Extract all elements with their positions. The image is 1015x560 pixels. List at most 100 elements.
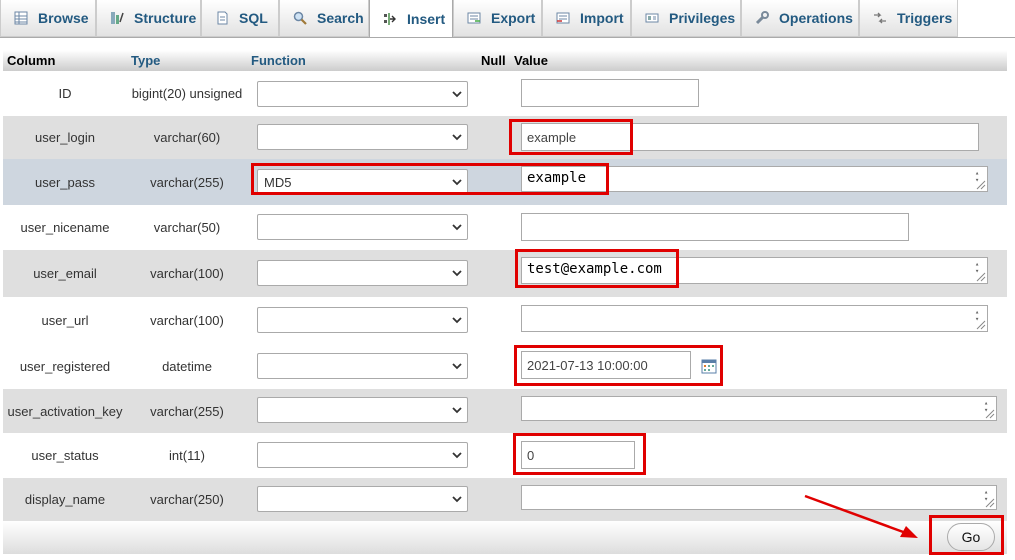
browse-icon	[13, 10, 29, 26]
tab-triggers[interactable]: Triggers	[859, 0, 958, 37]
column-type: datetime	[162, 358, 212, 374]
resize-grip-icon[interactable]	[983, 496, 995, 508]
tab-label: Insert	[407, 10, 446, 27]
column-type: varchar(60)	[153, 130, 221, 145]
function-select[interactable]	[257, 353, 468, 379]
column-name: user_activation_key	[7, 403, 123, 419]
column-name: user_pass	[35, 174, 95, 190]
tab-label: Export	[491, 10, 536, 26]
value-input-user-nicename[interactable]	[521, 213, 909, 241]
tab-operations[interactable]: Operations	[741, 0, 859, 37]
tab-bar: Browse Structure SQL Search Insert Expor…	[0, 0, 1015, 38]
search-icon	[292, 10, 308, 26]
tab-insert[interactable]: Insert	[369, 0, 453, 38]
function-select[interactable]	[257, 442, 468, 468]
chevron-down-icon	[451, 131, 463, 143]
scroll-arrows-icon: ▴ ▾	[975, 260, 980, 275]
value-textarea-display-name[interactable]: ▴ ▾	[521, 485, 997, 510]
value-textarea-user-url[interactable]: ▴ ▾	[521, 305, 988, 332]
column-name: user_url	[41, 312, 89, 328]
column-type: varchar(255)	[150, 174, 224, 190]
table-header: Column Type Function Null Value	[3, 50, 1007, 71]
table-row: ID bigint(20) unsigned	[3, 71, 1007, 116]
tab-label: Triggers	[897, 10, 953, 26]
go-button[interactable]: Go	[947, 523, 995, 551]
chevron-down-icon	[451, 493, 463, 505]
tab-label: Operations	[779, 10, 853, 26]
tab-search[interactable]: Search	[279, 0, 369, 37]
import-icon	[555, 10, 571, 26]
chevron-down-icon	[451, 267, 463, 279]
triggers-icon	[872, 10, 888, 26]
function-select[interactable]	[257, 307, 468, 333]
table-row: user_nicename varchar(50)	[3, 205, 1007, 250]
function-select[interactable]	[257, 124, 468, 150]
resize-grip-icon[interactable]	[974, 178, 986, 190]
structure-icon	[109, 10, 125, 26]
column-name: display_name	[24, 492, 106, 507]
value-input-id[interactable]	[521, 79, 699, 107]
function-select[interactable]	[257, 81, 468, 107]
column-header: Column	[7, 53, 56, 68]
function-select[interactable]	[257, 260, 468, 286]
scroll-arrows-icon: ▴ ▾	[975, 169, 980, 184]
tab-export[interactable]: Export	[453, 0, 542, 37]
value-input-user-status[interactable]: 0	[521, 441, 635, 469]
function-select[interactable]	[257, 397, 468, 423]
value-textarea-user-activation-key[interactable]: ▴ ▾	[521, 396, 997, 421]
operations-icon	[754, 10, 770, 26]
tab-privileges[interactable]: Privileges	[631, 0, 741, 37]
value-textarea-user-pass[interactable]: example ▴ ▾	[521, 166, 988, 192]
tab-import[interactable]: Import	[542, 0, 631, 37]
tab-label: Browse	[38, 10, 89, 26]
tab-sql[interactable]: SQL	[201, 0, 279, 37]
resize-grip-icon[interactable]	[974, 318, 986, 330]
value-input-user-registered[interactable]: 2021-07-13 10:00:00	[521, 351, 691, 379]
type-header[interactable]: Type	[131, 53, 160, 68]
sql-icon	[214, 10, 230, 26]
column-type: varchar(100)	[150, 312, 224, 328]
chevron-down-icon	[451, 176, 463, 188]
column-name: user_login	[35, 130, 95, 145]
table-row: user_login varchar(60) example	[3, 116, 1007, 159]
resize-grip-icon[interactable]	[974, 270, 986, 282]
column-type: varchar(100)	[150, 266, 224, 281]
value-text: 2021-07-13 10:00:00	[527, 357, 648, 373]
tab-label: Search	[317, 10, 364, 26]
value-input-user-login[interactable]: example	[521, 123, 979, 151]
column-name: user_nicename	[20, 220, 110, 235]
table-row: user_email varchar(100) test@example.com…	[3, 250, 1007, 297]
tab-label: SQL	[239, 10, 268, 26]
chevron-down-icon	[451, 314, 463, 326]
function-header[interactable]: Function	[251, 53, 306, 68]
chevron-down-icon	[451, 404, 463, 416]
table-row: user_status int(11) 0	[3, 433, 1007, 478]
scroll-arrows-icon: ▴ ▾	[975, 308, 980, 323]
tab-label: Privileges	[669, 10, 736, 26]
column-name: ID	[58, 86, 72, 101]
privileges-icon	[644, 10, 660, 26]
tab-browse[interactable]: Browse	[0, 0, 96, 37]
value-textarea-user-email[interactable]: test@example.com ▴ ▾	[521, 257, 988, 284]
chevron-down-icon	[451, 360, 463, 372]
tab-label: Structure	[134, 10, 197, 26]
function-select[interactable]	[257, 486, 468, 512]
tab-structure[interactable]: Structure	[96, 0, 201, 37]
null-header: Null	[481, 53, 506, 68]
column-type: varchar(255)	[150, 403, 224, 419]
table-row: user_activation_key varchar(255) ▴ ▾	[3, 389, 1007, 433]
function-select[interactable]: MD5	[257, 169, 468, 195]
chevron-down-icon	[451, 449, 463, 461]
export-icon	[466, 10, 482, 26]
table-row: user_registered datetime 2021-07-13 10:0…	[3, 343, 1007, 389]
function-value: MD5	[264, 174, 292, 190]
column-name: user_registered	[19, 358, 111, 374]
chevron-down-icon	[451, 221, 463, 233]
value-text: example	[527, 170, 587, 186]
resize-grip-icon[interactable]	[983, 407, 995, 419]
value-text: test@example.com	[527, 261, 662, 277]
insert-icon	[382, 11, 398, 27]
calendar-icon[interactable]	[701, 358, 717, 374]
function-select[interactable]	[257, 214, 468, 240]
column-type: bigint(20) unsigned	[131, 86, 243, 101]
